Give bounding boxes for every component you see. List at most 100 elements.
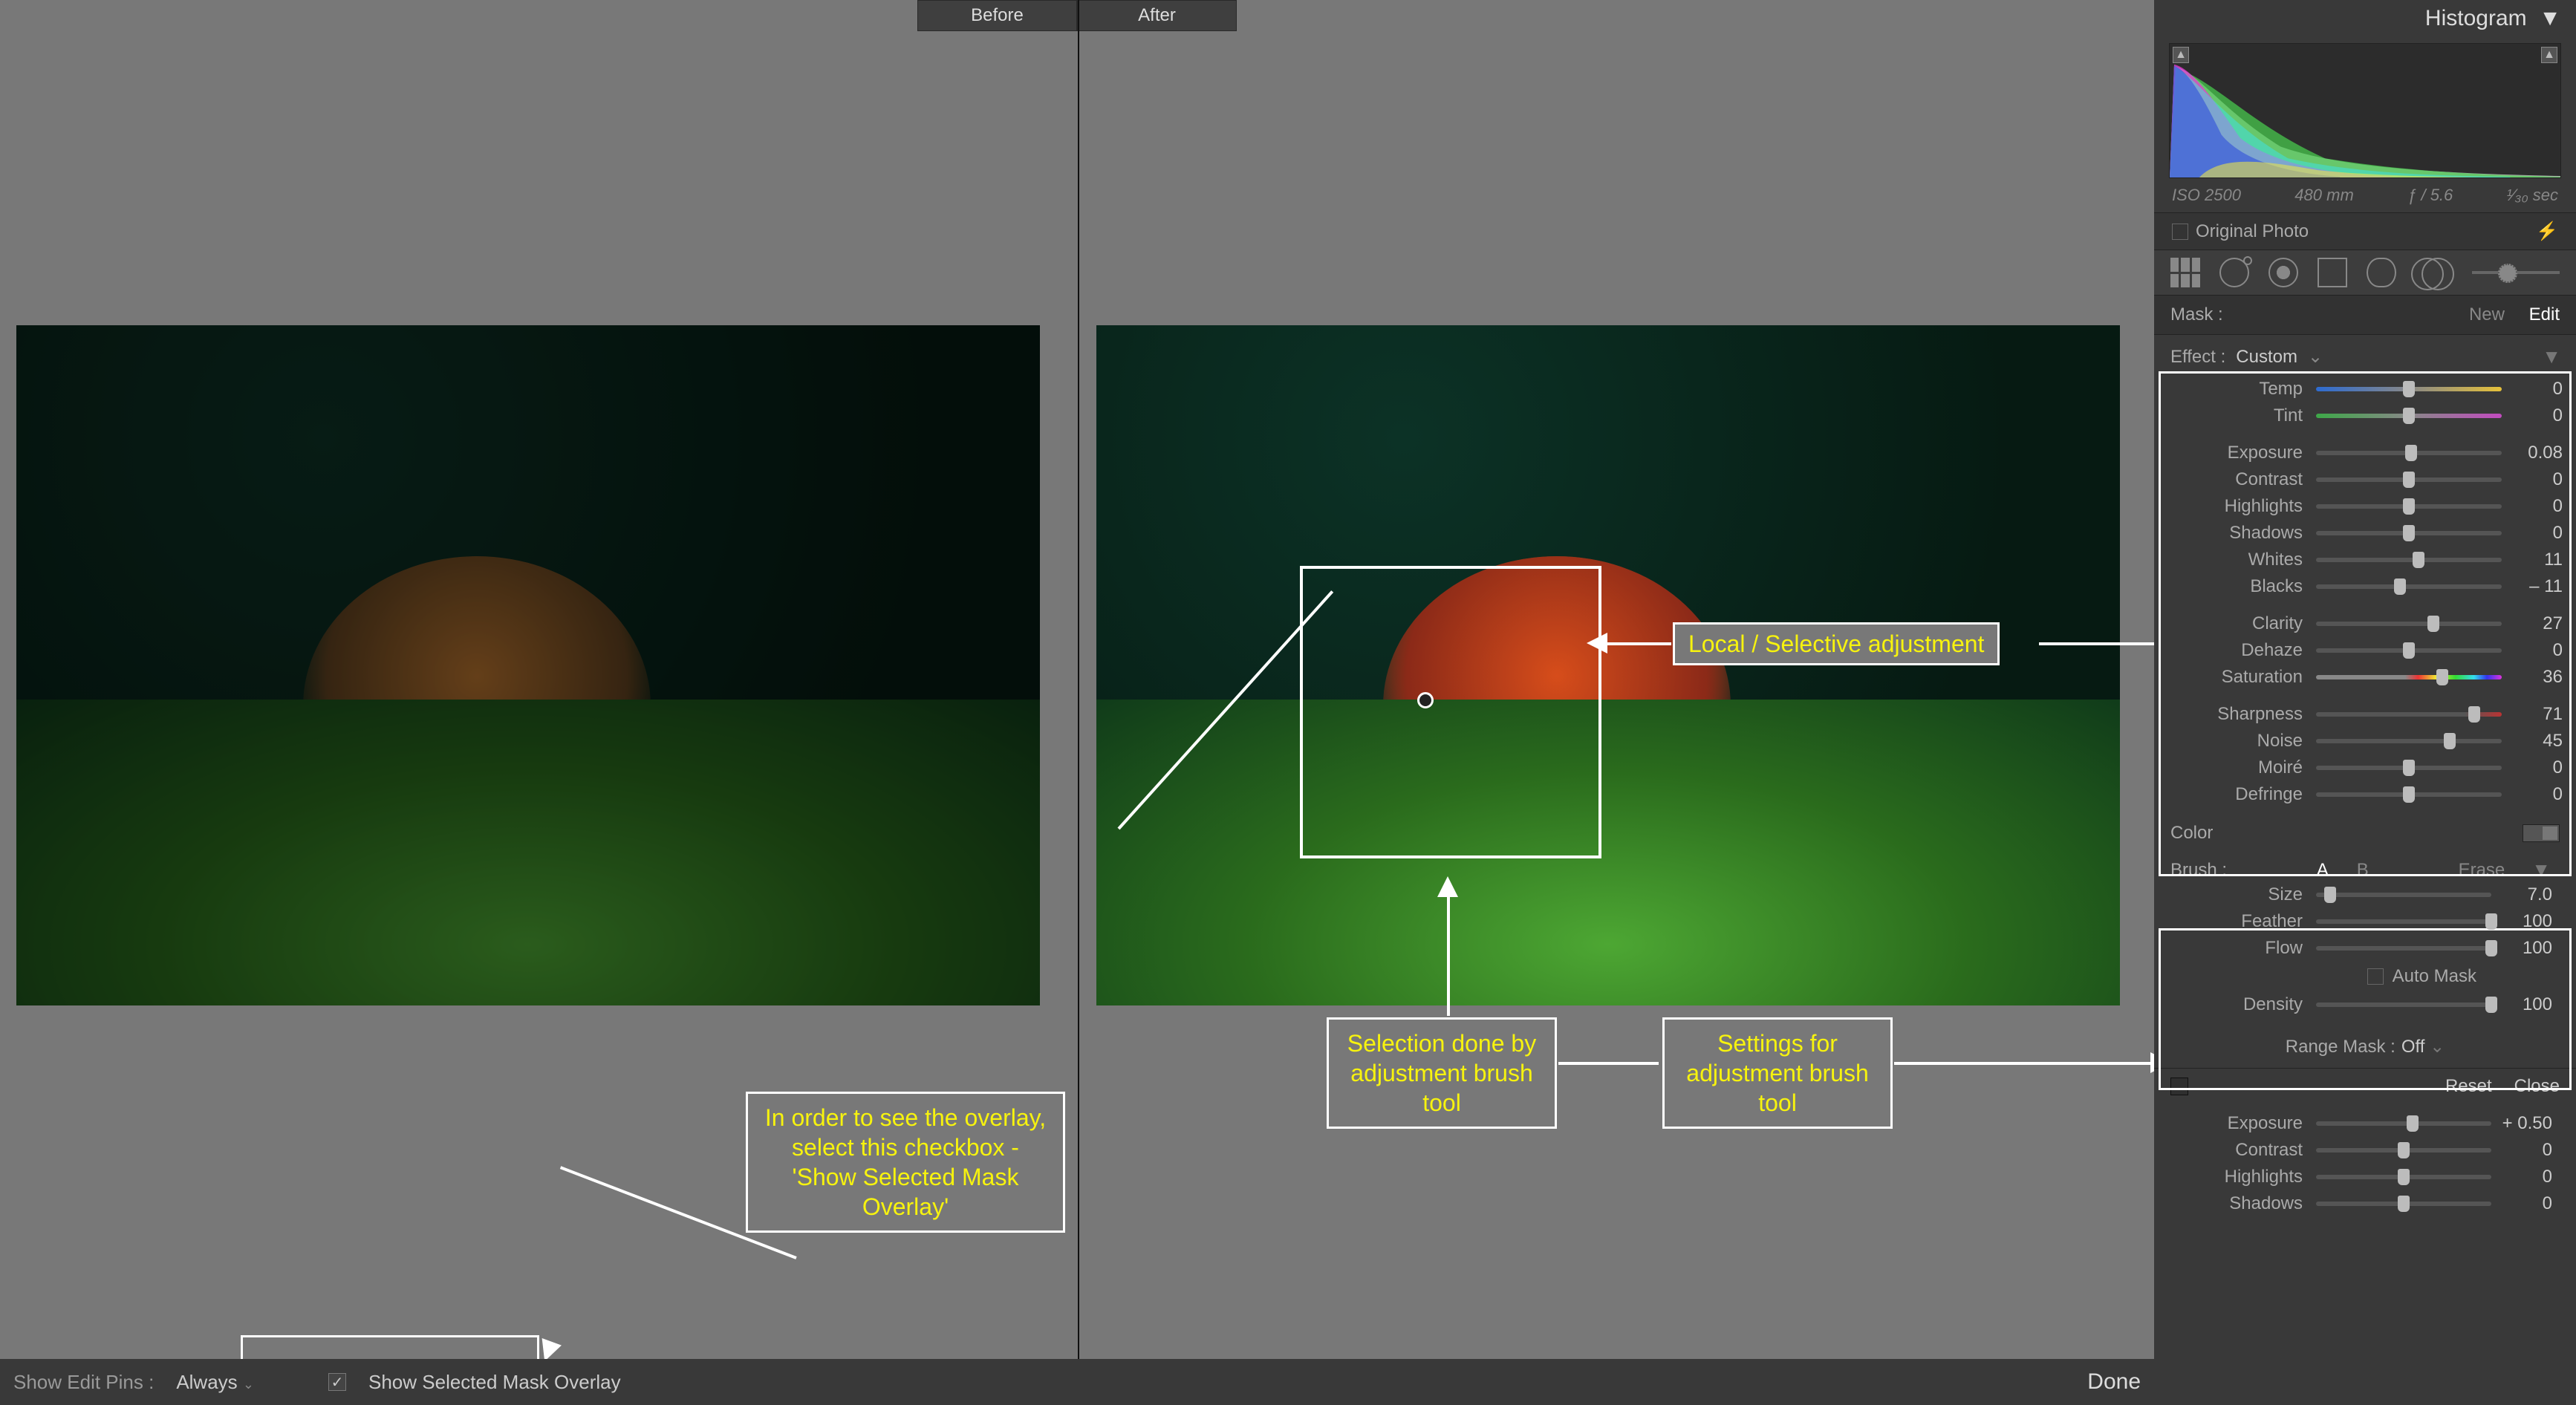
radial-filter-icon[interactable] bbox=[2367, 258, 2396, 287]
slider-value[interactable]: 71 bbox=[2502, 704, 2570, 725]
slider-knob[interactable] bbox=[2403, 381, 2415, 397]
slider-knob[interactable] bbox=[2444, 733, 2456, 749]
slider-exposure[interactable]: Exposure + 0.50 bbox=[2170, 1110, 2560, 1137]
slider-defringe[interactable]: Defringe 0 bbox=[2170, 781, 2570, 808]
graduated-filter-icon[interactable] bbox=[2318, 258, 2347, 287]
brush-a[interactable]: A bbox=[2317, 860, 2329, 881]
slider-track[interactable] bbox=[2316, 451, 2502, 455]
brush-erase[interactable]: Erase bbox=[2459, 860, 2505, 881]
brush-disclosure-icon[interactable]: ▼ bbox=[2531, 858, 2551, 881]
slider-value[interactable]: 0 bbox=[2491, 1167, 2560, 1187]
show-edit-pins-value[interactable]: Always ⌄ bbox=[176, 1371, 254, 1394]
slider-contrast[interactable]: Contrast 0 bbox=[2170, 466, 2570, 493]
slider-blacks[interactable]: Blacks – 11 bbox=[2170, 573, 2570, 600]
slider-value[interactable]: 0 bbox=[2502, 523, 2570, 544]
slider-knob[interactable] bbox=[2398, 1142, 2410, 1158]
slider-track[interactable] bbox=[2316, 739, 2502, 743]
slider-track[interactable] bbox=[2316, 919, 2491, 924]
slider-knob[interactable] bbox=[2394, 578, 2406, 595]
slider-value[interactable]: 45 bbox=[2502, 731, 2570, 752]
slider-value[interactable]: 11 bbox=[2502, 550, 2570, 570]
slider-track[interactable] bbox=[2316, 792, 2502, 797]
slider-highlights[interactable]: Highlights 0 bbox=[2170, 493, 2570, 520]
slider-track[interactable] bbox=[2316, 712, 2502, 717]
panel-close-button[interactable]: Close bbox=[2514, 1076, 2560, 1097]
mask-edit[interactable]: Edit bbox=[2529, 304, 2560, 325]
redeye-tool-icon[interactable] bbox=[2268, 258, 2298, 287]
slider-knob[interactable] bbox=[2485, 913, 2497, 930]
slider-exposure[interactable]: Exposure 0.08 bbox=[2170, 440, 2570, 466]
spot-tool-icon[interactable] bbox=[2219, 258, 2249, 287]
slider-knob[interactable] bbox=[2405, 445, 2417, 461]
slider-knob[interactable] bbox=[2407, 1115, 2419, 1132]
slider-value[interactable]: 0 bbox=[2502, 379, 2570, 400]
slider-saturation[interactable]: Saturation 36 bbox=[2170, 664, 2570, 691]
slider-size[interactable]: Size 7.0 bbox=[2170, 881, 2560, 908]
histogram-header[interactable]: Histogram ▼ bbox=[2154, 0, 2576, 37]
slider-value[interactable]: 0 bbox=[2502, 784, 2570, 805]
slider-noise[interactable]: Noise 45 bbox=[2170, 728, 2570, 754]
slider-knob[interactable] bbox=[2403, 525, 2415, 541]
slider-contrast[interactable]: Contrast 0 bbox=[2170, 1137, 2560, 1164]
slider-value[interactable]: + 0.50 bbox=[2491, 1113, 2560, 1134]
slider-density[interactable]: Density 100 bbox=[2170, 991, 2560, 1018]
automask-checkbox[interactable] bbox=[2367, 968, 2384, 985]
slider-track[interactable] bbox=[2316, 622, 2502, 626]
slider-knob[interactable] bbox=[2403, 786, 2415, 803]
slider-knob[interactable] bbox=[2485, 997, 2497, 1013]
slider-value[interactable]: – 11 bbox=[2502, 576, 2570, 597]
effect-disclosure-icon[interactable]: ▼ bbox=[2542, 345, 2561, 368]
slider-value[interactable]: 0 bbox=[2502, 469, 2570, 490]
slider-value[interactable]: 0 bbox=[2491, 1193, 2560, 1214]
before-tab[interactable]: Before bbox=[917, 0, 1077, 31]
slider-track[interactable] bbox=[2316, 1148, 2491, 1153]
compare-divider[interactable] bbox=[1078, 0, 1079, 1366]
done-button[interactable]: Done bbox=[2087, 1369, 2141, 1395]
slider-value[interactable]: 0 bbox=[2502, 405, 2570, 426]
slider-track[interactable] bbox=[2316, 387, 2502, 391]
after-photo[interactable] bbox=[1096, 325, 2120, 1005]
slider-whites[interactable]: Whites 11 bbox=[2170, 547, 2570, 573]
slider-knob[interactable] bbox=[2403, 760, 2415, 776]
slider-value[interactable]: 100 bbox=[2491, 911, 2560, 932]
slider-track[interactable] bbox=[2316, 531, 2502, 535]
slider-track[interactable] bbox=[2316, 675, 2502, 679]
show-overlay-checkbox[interactable]: ✓ bbox=[328, 1373, 346, 1391]
slider-track[interactable] bbox=[2316, 1003, 2491, 1007]
slider-knob[interactable] bbox=[2427, 616, 2439, 632]
slider-value[interactable]: 36 bbox=[2502, 667, 2570, 688]
slider-knob[interactable] bbox=[2403, 498, 2415, 515]
adjustment-brush-icon[interactable] bbox=[2416, 258, 2445, 287]
slider-clarity[interactable]: Clarity 27 bbox=[2170, 610, 2570, 637]
slider-highlights[interactable]: Highlights 0 bbox=[2170, 1164, 2560, 1190]
slider-knob[interactable] bbox=[2403, 642, 2415, 659]
slider-track[interactable] bbox=[2316, 893, 2491, 897]
slider-knob[interactable] bbox=[2413, 552, 2424, 568]
tool-slider[interactable] bbox=[2472, 271, 2560, 274]
slider-knob[interactable] bbox=[2324, 887, 2336, 903]
original-photo-row[interactable]: Original Photo ⚡ bbox=[2154, 212, 2576, 250]
slider-value[interactable]: 0 bbox=[2491, 1140, 2560, 1161]
slider-value[interactable]: 27 bbox=[2502, 613, 2570, 634]
slider-value[interactable]: 7.0 bbox=[2491, 884, 2560, 905]
slider-sharpness[interactable]: Sharpness 71 bbox=[2170, 701, 2570, 728]
effect-menu-icon[interactable]: ⌄ bbox=[2308, 346, 2323, 368]
slider-knob[interactable] bbox=[2485, 940, 2497, 956]
slider-knob[interactable] bbox=[2398, 1196, 2410, 1212]
slider-knob[interactable] bbox=[2468, 706, 2480, 723]
slider-track[interactable] bbox=[2316, 766, 2502, 770]
slider-track[interactable] bbox=[2316, 648, 2502, 653]
crop-tool-icon[interactable] bbox=[2170, 258, 2200, 287]
slider-knob[interactable] bbox=[2403, 408, 2415, 424]
effect-value[interactable]: Custom bbox=[2236, 347, 2297, 368]
histogram[interactable]: ▲ ▲ bbox=[2169, 43, 2561, 178]
slider-track[interactable] bbox=[2316, 1121, 2491, 1126]
slider-track[interactable] bbox=[2316, 946, 2491, 951]
slider-tint[interactable]: Tint 0 bbox=[2170, 402, 2570, 429]
slider-flow[interactable]: Flow 100 bbox=[2170, 935, 2560, 962]
slider-knob[interactable] bbox=[2436, 669, 2448, 685]
slider-value[interactable]: 100 bbox=[2491, 994, 2560, 1015]
slider-track[interactable] bbox=[2316, 1175, 2491, 1179]
range-mask-row[interactable]: Range Mask :Off ⌄ bbox=[2154, 1026, 2576, 1068]
slider-dehaze[interactable]: Dehaze 0 bbox=[2170, 637, 2570, 664]
